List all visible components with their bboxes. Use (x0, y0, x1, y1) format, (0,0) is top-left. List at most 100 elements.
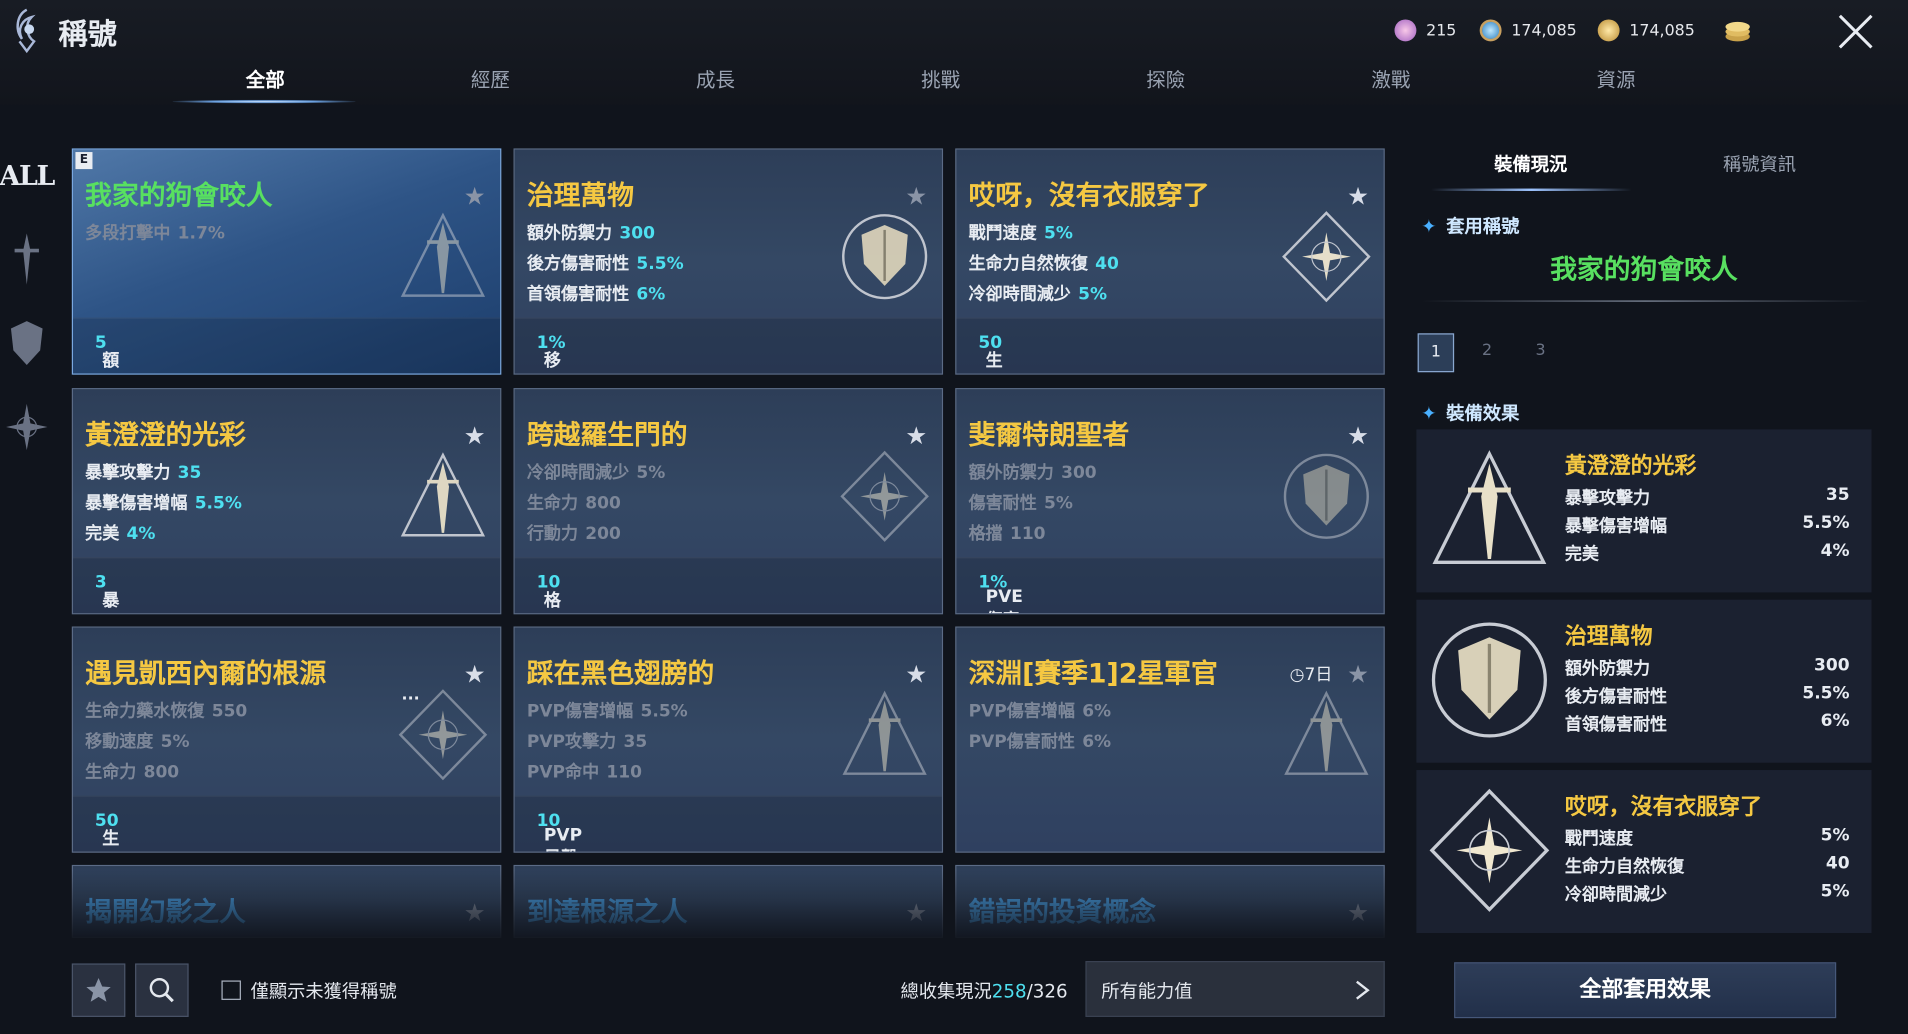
tab-challenge[interactable]: 挑戰 (868, 63, 1014, 92)
collection-bonus: 暴擊攻擊力3 (73, 557, 501, 614)
stat-row: 格擋 110 (968, 524, 1046, 544)
stat-row: 冷卻時間減少 5% (968, 284, 1108, 305)
effect-row: 首領傷害耐性 6% (1564, 711, 1850, 735)
tab-battle[interactable]: 激戰 (1318, 63, 1464, 92)
divider (1421, 300, 1870, 302)
favorite-star-icon[interactable]: ★ (1347, 421, 1369, 450)
favorite-star-icon[interactable]: ★ (464, 181, 486, 210)
favorite-star-icon[interactable]: ★ (464, 659, 486, 688)
search-button[interactable] (135, 963, 189, 1017)
stat-row: 生命力 800 (526, 493, 621, 514)
currency-coin-stack[interactable] (1723, 19, 1752, 43)
favorite-star-icon[interactable]: ★ (1347, 659, 1369, 688)
title-emblem-icon (842, 214, 928, 300)
collection-bonus: 生命力50 (956, 317, 1384, 374)
title-card[interactable]: 跨越羅生門的冷卻時間減少5% 生命力800 行動力200 格擋10 ★ (513, 388, 944, 615)
coin-stack-icon (1725, 21, 1750, 42)
favorite-star-icon[interactable]: ★ (905, 421, 927, 450)
stat-row: 冷卻時間減少 5% (526, 463, 666, 483)
title-emblem-icon (1282, 211, 1371, 303)
title-card[interactable]: E 我家的狗會咬人多段打擊中1.7% 額外命中5 ★ (71, 148, 502, 375)
sidebar-item-sword[interactable] (0, 231, 54, 289)
right-tab-indicator (1431, 188, 1632, 191)
effect-title: 哎呀，沒有衣服穿了 (1564, 794, 1762, 820)
title-card[interactable]: 遇見凱西內爾的根源生命力藥水恢復550 移動速度5% 生命力800 生命力50... ★ (71, 626, 502, 853)
title-name: 深淵[賽季1]2星軍官 (968, 659, 1218, 690)
favorite-star-icon[interactable]: ★ (464, 421, 486, 450)
unobtained-only-label: 僅顯示未獲得稱號 (250, 980, 397, 1003)
title-emblem-icon (400, 452, 486, 537)
tab-growth[interactable]: 成長 (642, 63, 788, 92)
more-options-button[interactable]: ... (402, 686, 420, 704)
stat-row: 生命力藥水恢復 550 (85, 701, 248, 722)
title-name: 黃澄澄的光彩 (85, 420, 246, 452)
stat-row: 首領傷害耐性 6% (526, 284, 666, 305)
unobtained-only-checkbox[interactable] (221, 980, 241, 1000)
title-name: 遇見凱西內爾的根源 (85, 659, 327, 690)
collection-total: 總收集現況258/326 (900, 980, 1068, 1003)
effect-row: 生命力自然恢復 40 (1564, 853, 1850, 878)
preset-page-3[interactable]: 3 (1522, 333, 1559, 372)
apply-all-effects-button[interactable]: 全部套用效果 (1454, 962, 1837, 1019)
stat-row: 暴擊傷害增幅 5.5% (85, 493, 242, 514)
title-emblem-icon (840, 450, 929, 542)
sidebar-item-star[interactable] (0, 401, 54, 452)
tab-exploration[interactable]: 探險 (1093, 63, 1239, 92)
tab-title-info[interactable]: 稱號資訊 (1723, 151, 1796, 177)
tab-experience[interactable]: 經歷 (417, 63, 563, 92)
stat-row: 戰鬥速度 5% (968, 223, 1073, 244)
favorite-star-icon[interactable]: ★ (905, 659, 927, 688)
favorite-star-icon[interactable]: ★ (905, 181, 927, 210)
title-grade-badge: E (75, 152, 93, 170)
stat-row: PVP命中 110 (526, 762, 642, 783)
title-card[interactable]: 治理萬物額外防禦力300 後方傷害耐性5.5% 首領傷害耐性6% 移動速度1% ★ (513, 148, 944, 375)
title-emblem-icon (842, 690, 927, 775)
equip-effects-label: ✦ 裝備效果 (1421, 402, 1520, 425)
currency-gold-coin: 174,085 (1597, 19, 1695, 42)
stat-row: 後方傷害耐性 5.5% (526, 254, 684, 274)
stat-row: PVP攻擊力 35 (526, 732, 648, 752)
collection-bonus: 生命力50 (73, 795, 501, 852)
stat-row: 完美 4% (85, 524, 156, 544)
favorite-filter-button[interactable] (71, 963, 126, 1017)
effect-row: 暴擊攻擊力 35 (1564, 485, 1850, 509)
pink-crystal-icon (1394, 19, 1417, 42)
currency-crystal: 215 (1394, 19, 1456, 42)
shield-category-icon (10, 321, 43, 365)
preset-page-2[interactable]: 2 (1469, 333, 1506, 372)
sidebar-item-all[interactable]: ALL (0, 161, 55, 193)
title-card[interactable]: 斐爾特朗聖者額外防禦力300 傷害耐性5% 格擋110 PVE傷害耐性1% ★ (955, 388, 1385, 615)
stat-row: 額外防禦力 300 (526, 223, 655, 244)
clock-icon: ◷ (1289, 665, 1305, 685)
applied-title-label: ✦ 套用稱號 (1421, 215, 1520, 238)
tab-resources[interactable]: 資源 (1543, 63, 1689, 92)
tab-equip-status[interactable]: 裝備現況 (1494, 151, 1567, 177)
title-card[interactable]: 深淵[賽季1]2星軍官 PVP傷害增幅 6% PVP傷害耐性 6% ◷7日 ★ (955, 626, 1385, 853)
title-emblem-icon (1429, 788, 1550, 912)
title-name: 治理萬物 (526, 181, 634, 212)
effect-row: 暴擊傷害增幅 5.5% (1564, 513, 1850, 537)
title-card[interactable]: 踩在黑色翅膀的 PVP傷害增幅5.5% PVP攻擊力35 PVP命中110 PVP暴擊1… (513, 626, 944, 853)
title-emblem-icon (1432, 450, 1547, 564)
blue-coin-icon (1479, 19, 1502, 42)
effect-row: 冷卻時間減少 5% (1564, 881, 1850, 906)
stat-filter-dropdown[interactable]: 所有能力值 (1085, 961, 1385, 1017)
title-name: 踩在黑色翅膀的 (526, 659, 715, 690)
timer: ◷7日 (1289, 665, 1333, 685)
sidebar-item-shield[interactable] (0, 319, 54, 368)
title-card[interactable]: 哎呀，沒有衣服穿了戰鬥速度5% 生命力自然恢復40 冷卻時間減少5% 生命力50 ★ (955, 148, 1385, 375)
title-name: 哎呀，沒有衣服穿了 (968, 181, 1210, 212)
active-tab-indicator (172, 99, 356, 104)
equip-effect-card: 哎呀，沒有衣服穿了 戰鬥速度 5% 生命力自然恢復 40 冷卻時間減少 5% (1416, 770, 1872, 934)
title-card[interactable]: 黃澄澄的光彩暴擊攻擊力35 暴擊傷害增幅5.5% 完美4% 暴擊攻擊力3 ★ (71, 388, 502, 615)
stat-row: PVP傷害耐性 6% (968, 732, 1112, 752)
tab-all[interactable]: 全部 (192, 63, 338, 92)
collection-bonus: 移動速度1% (514, 317, 942, 374)
close-icon[interactable] (1834, 10, 1878, 54)
collection-bonus: PVP暴擊10 (514, 795, 942, 852)
effect-row: 額外防禦力 300 (1564, 655, 1850, 679)
stat-row: 傷害耐性 5% (968, 493, 1073, 514)
preset-page-1[interactable]: 1 (1417, 333, 1455, 373)
collection-bonus: 額外命中5 (73, 317, 501, 374)
favorite-star-icon[interactable]: ★ (1347, 181, 1369, 210)
